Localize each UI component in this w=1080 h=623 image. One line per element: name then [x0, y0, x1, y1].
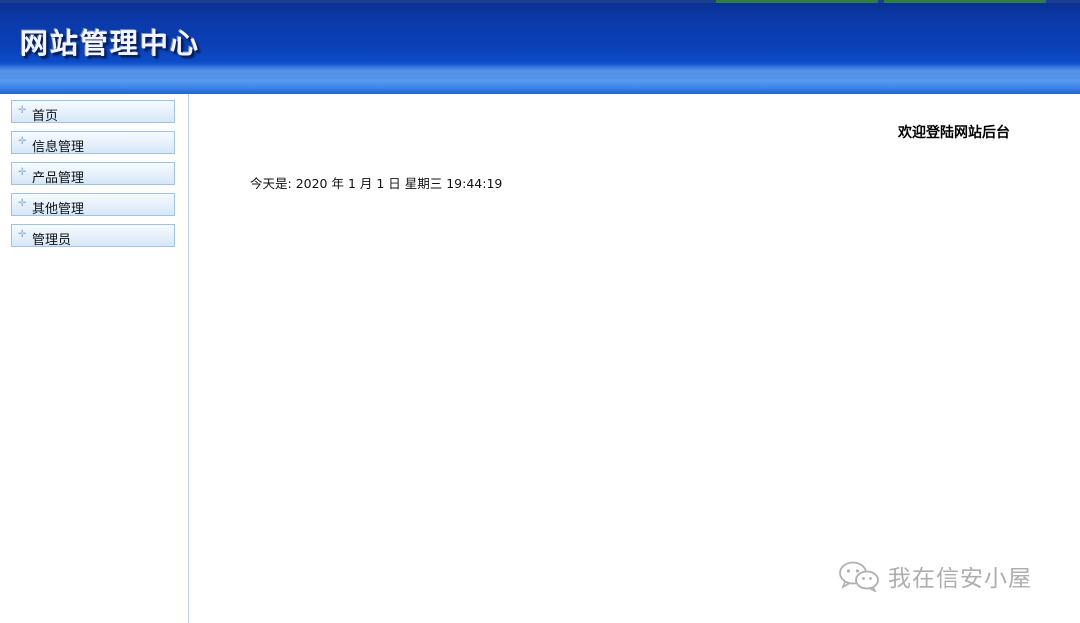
plus-icon: ✛ [18, 105, 27, 116]
sidebar-item-admin[interactable]: ✛ 管理员 [11, 224, 175, 248]
header-banner: 网站管理中心 [0, 0, 1080, 94]
header-sheen [0, 64, 1080, 78]
site-title: 网站管理中心 [20, 27, 201, 60]
sidebar-item-label: 信息管理 [32, 140, 85, 155]
plus-icon: ✛ [18, 167, 27, 178]
watermark: 我在信安小屋 [836, 560, 1032, 592]
date-display: 今天是: 2020 年 1 月 1 日 星期三 19:44:19 [250, 173, 502, 192]
welcome-heading: 欢迎登陆网站后台 [898, 125, 1010, 141]
plus-icon: ✛ [18, 136, 27, 147]
sidebar-item-label: 其他管理 [32, 202, 85, 217]
sidebar-item-label: 首页 [32, 109, 59, 124]
plus-icon: ✛ [18, 198, 27, 209]
sidebar-item-info-management[interactable]: ✛ 信息管理 [11, 131, 175, 155]
sidebar-item-home[interactable]: ✛ 首页 [11, 100, 175, 124]
plus-icon: ✛ [18, 229, 27, 240]
date-value: 2020 年 1 月 1 日 星期三 19:44:19 [295, 176, 503, 191]
sidebar-item-label: 管理员 [32, 233, 72, 248]
date-label: 今天是: [250, 176, 292, 191]
sidebar: ✛ 首页 ✛ 信息管理 ✛ 产品管理 ✛ 其他管理 ✛ 管理员 [0, 94, 189, 623]
sidebar-item-label: 产品管理 [32, 171, 85, 186]
watermark-text: 我在信安小屋 [888, 566, 1032, 592]
top-tab-left[interactable] [716, 0, 878, 3]
sidebar-item-product-management[interactable]: ✛ 产品管理 [11, 162, 175, 186]
wechat-icon [839, 561, 879, 592]
sidebar-item-other-management[interactable]: ✛ 其他管理 [11, 193, 175, 217]
top-tab-right[interactable] [884, 0, 1046, 3]
